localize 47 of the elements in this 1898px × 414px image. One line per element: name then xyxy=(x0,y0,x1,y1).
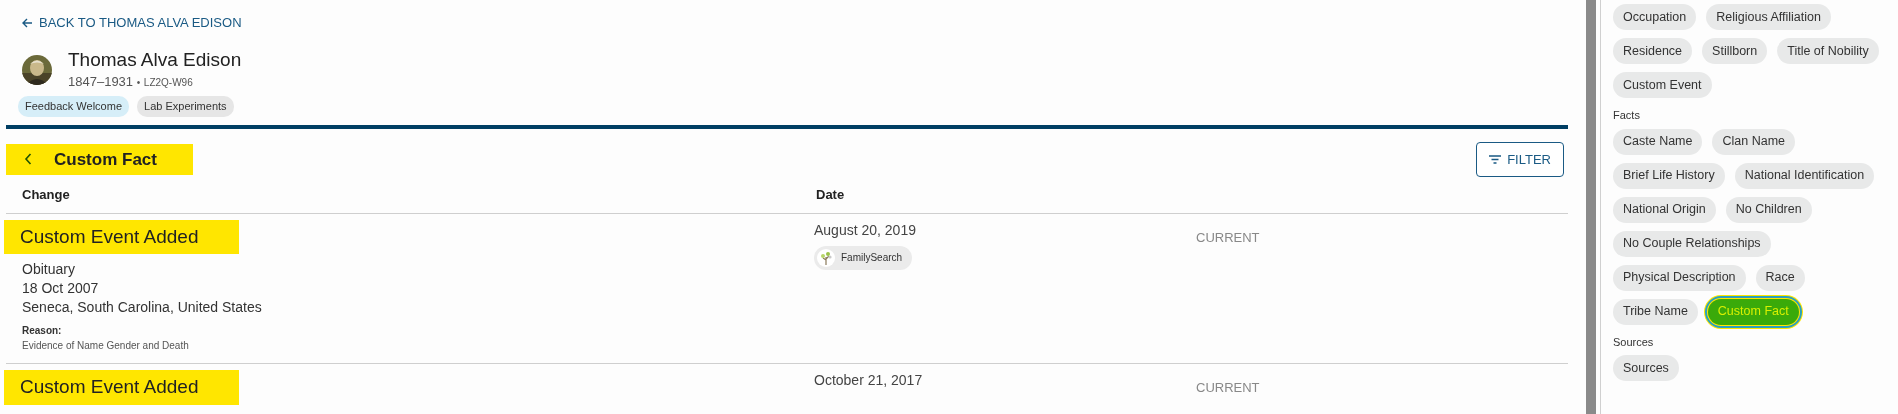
scrollbar[interactable] xyxy=(1586,0,1596,414)
filter-chip[interactable]: Race xyxy=(1755,264,1805,291)
filter-chip[interactable]: National Origin xyxy=(1613,196,1716,223)
status-text: CURRENT xyxy=(1196,228,1261,247)
filter-chip[interactable]: Brief Life History xyxy=(1613,162,1725,189)
back-arrow-icon xyxy=(22,17,33,28)
section-heading: Custom Fact xyxy=(54,148,157,171)
back-chevron-icon[interactable] xyxy=(24,153,32,166)
filter-chip[interactable]: Sources xyxy=(1613,355,1679,381)
filter-chip[interactable]: Title of Nobility xyxy=(1777,38,1879,64)
group-label: Facts xyxy=(1613,108,1641,123)
filter-chip[interactable]: Residence xyxy=(1613,38,1693,64)
change-date: October 21, 2017 xyxy=(814,371,924,391)
filter-icon xyxy=(1489,154,1502,164)
filter-chip[interactable]: National Identification xyxy=(1734,162,1875,189)
person-name: Thomas Alva Edison xyxy=(68,48,242,72)
filter-button[interactable]: FILTER xyxy=(1476,141,1564,178)
lifespan: 1847–1931 xyxy=(68,73,134,89)
change-date: August 20, 2019 xyxy=(814,220,917,240)
filter-chip[interactable]: Caste Name xyxy=(1613,128,1703,155)
filter-chip[interactable]: No Children xyxy=(1725,196,1812,223)
filter-chip[interactable]: Custom Event xyxy=(1613,72,1712,98)
filter-chip[interactable]: Religious Affiliation xyxy=(1706,4,1831,30)
change-title: Custom Event Added xyxy=(4,219,239,255)
reason-label: Reason: xyxy=(22,324,63,339)
column-header: Change xyxy=(22,186,71,205)
detail-text: 18 Oct 2007 xyxy=(22,279,100,299)
detail-text: Obituary xyxy=(22,260,76,280)
change-title: Custom Event Added xyxy=(4,370,239,405)
filter-chip[interactable]: Physical Description xyxy=(1613,264,1746,291)
filter-chip[interactable]: Tribe Name xyxy=(1613,298,1698,325)
tag: Lab Experiments xyxy=(137,96,234,117)
reason-text: Evidence of Name Gender and Death xyxy=(22,339,190,354)
tag: Feedback Welcome xyxy=(18,96,129,117)
column-header: Date xyxy=(816,186,846,205)
filter-chip[interactable]: No Couple Relationships xyxy=(1613,230,1771,257)
contributor-chip[interactable]: FamilySearch xyxy=(814,245,913,270)
status-text: CURRENT xyxy=(1196,379,1261,398)
filter-chip[interactable]: Clan Name xyxy=(1712,128,1795,155)
back-link[interactable]: BACK TO THOMAS ALVA EDISON xyxy=(22,13,242,33)
person-id: LZ2Q-W96 xyxy=(143,76,193,88)
tree-icon xyxy=(817,248,835,267)
separator-dot: • xyxy=(136,76,141,88)
filter-chip[interactable]: Stillborn xyxy=(1702,38,1768,64)
group-label: Sources xyxy=(1613,334,1655,350)
detail-text: Seneca, South Carolina, United States xyxy=(22,298,263,318)
filter-chip[interactable]: Occupation xyxy=(1613,4,1697,30)
